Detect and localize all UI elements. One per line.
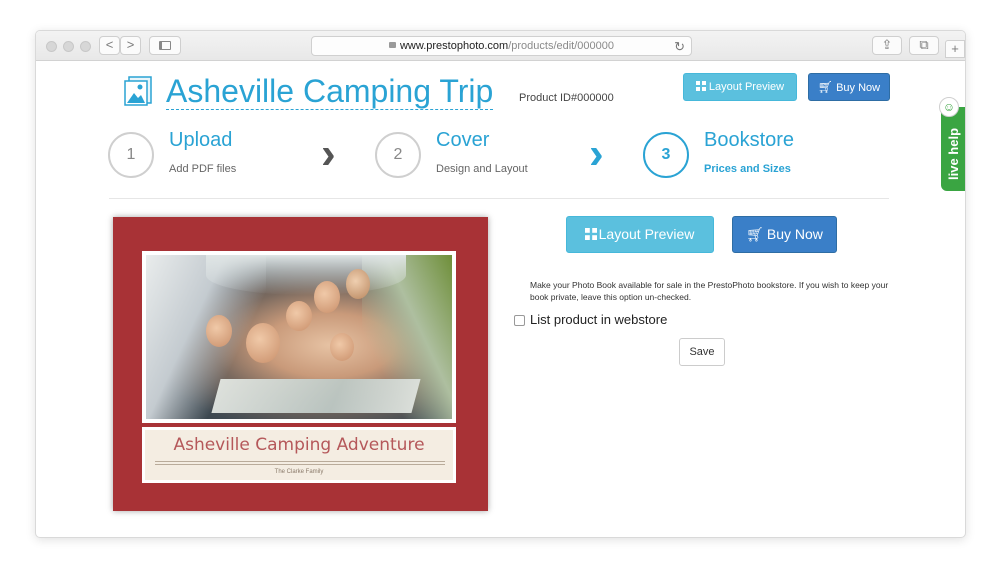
child-face — [206, 315, 232, 347]
divider — [109, 198, 889, 199]
step-1-title[interactable]: Upload — [169, 129, 232, 152]
map-on-ground — [211, 379, 421, 413]
address-bar[interactable]: www.prestophoto.com/products/edit/000000… — [311, 36, 692, 56]
layout-preview-label: Layout Preview — [598, 226, 695, 242]
sidebar-toggle-button[interactable] — [149, 36, 181, 55]
cover-photo — [142, 251, 456, 423]
grid-icon — [695, 81, 706, 92]
url-path: /products/edit/000000 — [508, 40, 615, 52]
book-cover-preview: Asheville Camping Adventure The Clarke F… — [113, 217, 488, 511]
smiley-icon[interactable]: ☺ — [939, 97, 959, 117]
tent-top — [206, 255, 406, 295]
mother-face — [346, 269, 370, 299]
buy-now-button[interactable]: 🛒︎ Buy Now — [732, 216, 837, 253]
cart-icon: 🛒︎ — [817, 80, 834, 94]
browser-toolbar: < > www.prestophoto.com/products/edit/00… — [36, 31, 965, 61]
step-2-title[interactable]: Cover — [436, 129, 489, 152]
sidebar-icon — [159, 41, 171, 50]
url-host: www.prestophoto.com — [399, 40, 509, 52]
grandmother-face — [314, 281, 340, 313]
product-id: Product ID#000000 — [519, 92, 614, 104]
minimize-window-icon[interactable] — [63, 41, 74, 52]
back-button[interactable]: < — [99, 36, 120, 55]
new-tab-button[interactable]: + — [945, 40, 965, 58]
buy-now-label: Buy Now — [836, 82, 881, 94]
close-window-icon[interactable] — [46, 41, 57, 52]
list-in-webstore-checkbox[interactable] — [514, 315, 525, 326]
step-2-subtitle: Design and Layout — [436, 163, 528, 175]
step-chevron-icon: › — [321, 129, 336, 178]
browser-window: < > www.prestophoto.com/products/edit/00… — [35, 30, 966, 538]
webstore-help-text: Make your Photo Book available for sale … — [530, 280, 889, 302]
grandfather-face — [286, 301, 312, 331]
forward-button[interactable]: > — [120, 36, 141, 55]
layout-preview-button[interactable]: Layout Preview — [566, 216, 714, 253]
cart-icon: 🛒︎ — [746, 226, 764, 242]
reload-icon[interactable]: ↻ — [674, 38, 685, 56]
grid-icon — [584, 228, 597, 241]
share-button[interactable]: ⇪ — [872, 36, 902, 55]
buy-now-button-top[interactable]: 🛒︎ Buy Now — [808, 73, 890, 101]
step-1-circle[interactable]: 1 — [108, 132, 154, 178]
step-1-subtitle: Add PDF files — [169, 163, 237, 175]
cover-subtitle: The Clarke Family — [274, 469, 324, 475]
step-3-subtitle: Prices and Sizes — [704, 163, 791, 175]
layout-preview-label: Layout Preview — [708, 81, 785, 93]
caption-divider — [155, 461, 445, 465]
cover-caption: Asheville Camping Adventure The Clarke F… — [142, 427, 456, 483]
layout-preview-button-top[interactable]: Layout Preview — [683, 73, 797, 101]
father-face — [246, 323, 280, 363]
family-tent-photo — [146, 255, 452, 419]
photo-book-icon — [124, 76, 152, 106]
step-3-title[interactable]: Bookstore — [704, 129, 794, 152]
zoom-window-icon[interactable] — [80, 41, 91, 52]
step-2-circle[interactable]: 2 — [375, 132, 421, 178]
save-button[interactable]: Save — [679, 338, 725, 366]
buy-now-label: Buy Now — [766, 226, 823, 242]
step-3-circle[interactable]: 3 — [643, 132, 689, 178]
page-title[interactable]: Asheville Camping Trip — [166, 73, 494, 110]
cover-title: Asheville Camping Adventure — [173, 435, 425, 455]
lock-icon — [388, 42, 396, 49]
list-in-webstore-label[interactable]: List product in webstore — [530, 312, 667, 327]
step-chevron-icon: › — [589, 129, 604, 178]
girl-face — [330, 333, 354, 361]
tabs-button[interactable]: ⧉ — [909, 36, 939, 55]
live-help-label: live help — [946, 127, 961, 180]
live-help-tab[interactable]: live help — [941, 107, 965, 191]
